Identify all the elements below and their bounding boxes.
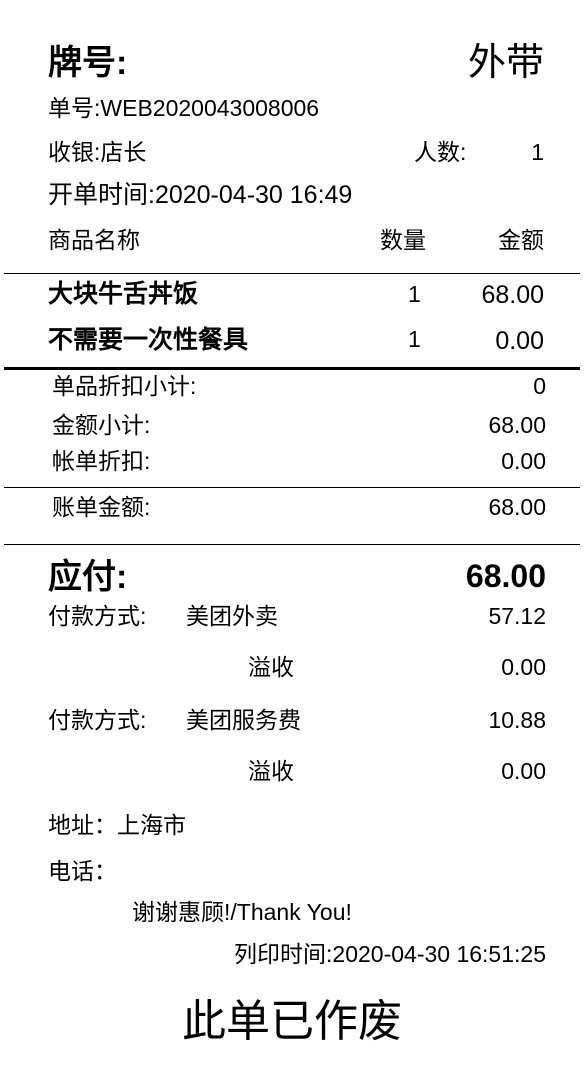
bill-total-label: 账单金额: xyxy=(52,494,151,520)
payment-amount: 10.88 xyxy=(488,707,546,733)
plate-label: 牌号: xyxy=(48,44,128,82)
overflow-amount: 0.00 xyxy=(501,654,546,680)
summary-label: 单品折扣小计: xyxy=(52,373,197,399)
print-time: 列印时间:2020-04-30 16:51:25 xyxy=(234,941,546,967)
overflow-label: 溢收 xyxy=(248,758,294,784)
guests-label: 人数: xyxy=(414,139,467,165)
address: 地址：上海市 xyxy=(48,812,186,838)
item-qty: 1 xyxy=(408,281,421,307)
order-number: 单号:WEB2020043008006 xyxy=(48,95,320,121)
item-amount: 0.00 xyxy=(495,327,544,355)
overflow-label: 溢收 xyxy=(248,654,294,680)
payment-method: 美团服务费 xyxy=(186,707,301,733)
item-name: 大块牛舌丼饭 xyxy=(48,280,199,308)
payable-label: 应付: xyxy=(48,558,128,596)
bill-total-value: 68.00 xyxy=(488,494,546,520)
item-qty: 1 xyxy=(408,326,421,352)
summary-label: 帐单折扣: xyxy=(52,448,151,474)
phone: 电话： xyxy=(48,858,117,884)
summary-value: 0 xyxy=(533,373,546,399)
order-type: 外带 xyxy=(467,42,544,84)
item-amount: 68.00 xyxy=(481,281,544,309)
column-qty: 数量 xyxy=(380,227,426,253)
payment-label: 付款方式: xyxy=(48,603,147,629)
divider xyxy=(4,273,580,274)
void-notice: 此单已作废 xyxy=(182,996,402,1047)
column-amount: 金额 xyxy=(498,227,544,253)
thanks-message: 谢谢惠顾!/Thank You! xyxy=(132,899,352,925)
summary-value: 0.00 xyxy=(501,448,546,474)
payment-method: 美团外卖 xyxy=(186,603,278,629)
divider-thick xyxy=(4,367,580,370)
payable-value: 68.00 xyxy=(465,558,546,594)
cashier: 收银:店长 xyxy=(48,139,147,165)
payment-amount: 57.12 xyxy=(488,603,546,629)
column-name: 商品名称 xyxy=(48,227,140,253)
open-time: 开单时间:2020-04-30 16:49 xyxy=(48,181,353,209)
overflow-amount: 0.00 xyxy=(501,758,546,784)
divider xyxy=(4,487,580,488)
summary-label: 金额小计: xyxy=(52,412,151,438)
guests-count: 1 xyxy=(531,139,544,165)
divider xyxy=(4,544,580,545)
summary-value: 68.00 xyxy=(488,412,546,438)
payment-label: 付款方式: xyxy=(48,707,147,733)
item-name: 不需要一次性餐具 xyxy=(48,326,249,354)
